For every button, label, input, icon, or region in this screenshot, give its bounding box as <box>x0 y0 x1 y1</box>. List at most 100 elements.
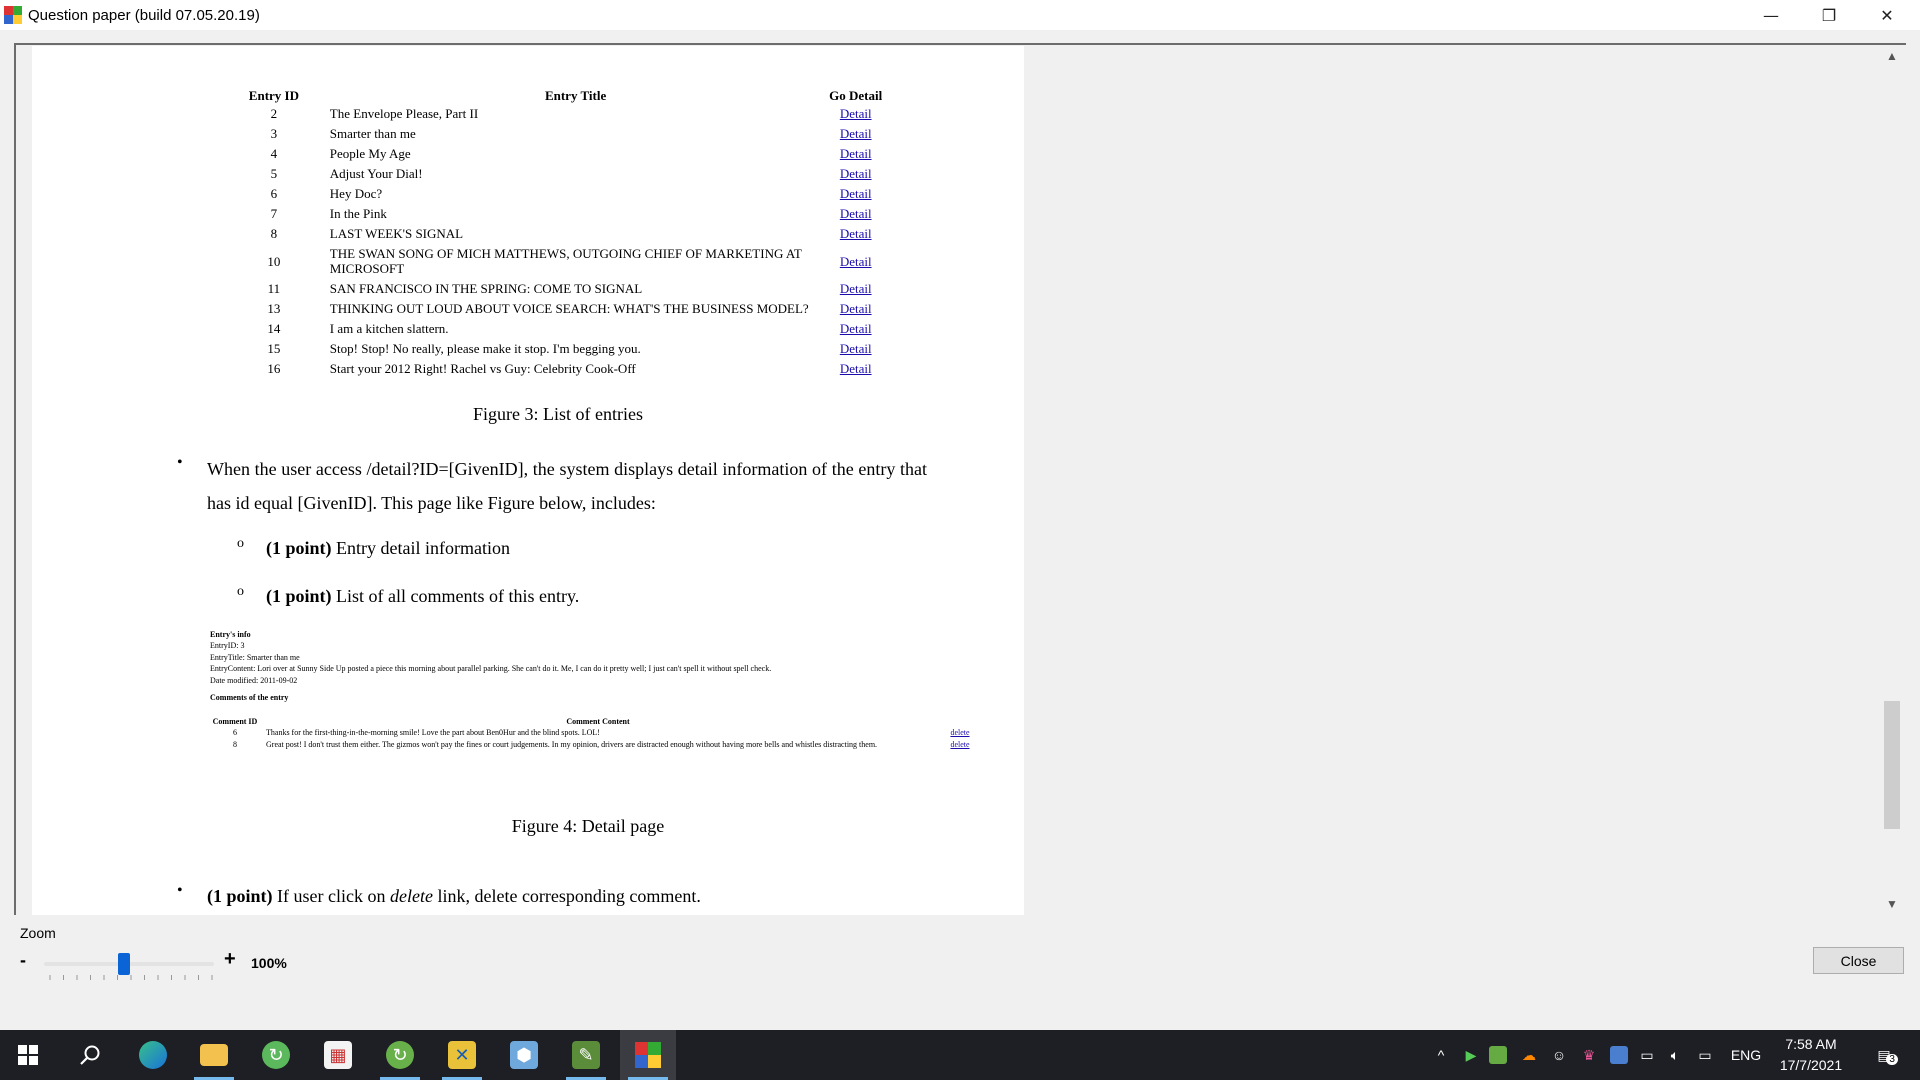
tray-app-icon[interactable] <box>1487 1030 1509 1080</box>
zoom-label: Zoom <box>20 925 56 941</box>
network-icon[interactable]: ▭ <box>1694 1030 1716 1080</box>
box-icon[interactable]: ⬢ <box>496 1030 552 1080</box>
detail-link[interactable]: Detail <box>840 301 872 316</box>
entry-title-cell: The Envelope Please, Part II <box>329 106 479 121</box>
editor-icon[interactable]: ✎ <box>558 1030 614 1080</box>
comments-heading: Comments of the entry <box>210 693 289 702</box>
chevron-up-icon[interactable]: ^ <box>1430 1030 1452 1080</box>
entry-title-cell: SAN FRANCISCO IN THE SPRING: COME TO SIG… <box>329 281 643 296</box>
edge-icon[interactable] <box>125 1030 181 1080</box>
requirement-text: Entry detail information <box>331 538 510 558</box>
zoom-minus-label: - <box>20 950 26 970</box>
keyboard-icon[interactable] <box>1608 1030 1630 1080</box>
table-row: 13 THINKING OUT LOUD ABOUT VOICE SEARCH: … <box>230 299 890 319</box>
document-page: Entry ID Entry Title Go Detail 2 The Enve… <box>32 46 1024 915</box>
close-button[interactable]: Close <box>1813 947 1904 974</box>
table-row: 7 In the Pink Detail <box>230 204 890 224</box>
header-comment-content: Comment Content <box>566 717 630 726</box>
header-entry-title: Entry Title <box>544 88 607 103</box>
volume-icon[interactable]: 🔈︎ <box>1664 1030 1686 1080</box>
header-entry-id: Entry ID <box>248 88 299 103</box>
window-title: Question paper (build 07.05.20.19) <box>28 6 260 24</box>
comment-id-cell: 8 <box>233 740 237 749</box>
points-label: (1 point) <box>266 538 332 558</box>
entry-id-cell: 15 <box>267 341 281 356</box>
table-row: 15 Stop! Stop! No really, please make it … <box>230 339 890 359</box>
table-row: 3 Smarter than me Detail <box>230 124 890 144</box>
circle-bullet-icon: o <box>237 584 244 599</box>
figure3-caption: Figure 3: List of entries <box>473 404 643 424</box>
detail-link[interactable]: Detail <box>840 254 872 269</box>
detail-link[interactable]: Detail <box>840 126 872 141</box>
entry-id-cell: 6 <box>270 186 278 201</box>
restore-icon: ❐ <box>1821 5 1837 25</box>
entry-id-cell: 13 <box>267 301 281 316</box>
detail-link[interactable]: Detail <box>840 341 872 356</box>
circle-bullet-icon: o <box>237 536 244 551</box>
table-row: 10 THE SWAN SONG OF MICH MATTHEWS, OUTGOI… <box>230 244 890 279</box>
close-icon: ✕ <box>1880 5 1894 25</box>
detail-link[interactable]: Detail <box>840 226 872 241</box>
entries-table: Entry ID Entry Title Go Detail 2 The Enve… <box>230 88 890 379</box>
bullet-icon: • <box>177 454 183 471</box>
delete-link[interactable]: delete <box>950 740 969 749</box>
discord-icon[interactable]: ☺ <box>1548 1030 1570 1080</box>
play-icon[interactable]: ▶ <box>1460 1030 1482 1080</box>
entry-title-cell: THINKING OUT LOUD ABOUT VOICE SEARCH: WH… <box>329 301 809 316</box>
office-icon[interactable]: ▦ <box>310 1030 366 1080</box>
entry-id-cell: 10 <box>267 253 281 269</box>
scroll-thumb[interactable] <box>1884 701 1900 829</box>
entry-title-line: EntryTitle: Smarter than me <box>210 652 300 662</box>
zoom-slider-thumb[interactable] <box>117 953 130 975</box>
restore-button[interactable]: ❐ <box>1800 0 1858 30</box>
minimize-button[interactable]: — <box>1742 0 1800 30</box>
entry-id-cell: 3 <box>270 126 278 141</box>
zoom-value: 100% <box>251 955 287 971</box>
minimize-icon: — <box>1763 5 1779 25</box>
points-label: (1 point) <box>266 586 332 606</box>
entry-title-cell: In the Pink <box>329 206 387 221</box>
requirement-text: List of all comments of this entry. <box>331 586 580 606</box>
chrome-like-icon[interactable]: ↻ <box>248 1030 304 1080</box>
figure3-image: Entry ID Entry Title Go Detail 2 The Enve… <box>32 46 1024 393</box>
delete-link[interactable]: delete <box>950 728 969 737</box>
detail-link[interactable]: Detail <box>840 321 872 336</box>
scroll-up-icon[interactable]: ▲ <box>1882 45 1902 67</box>
windows-start-icon[interactable] <box>0 1030 56 1080</box>
detail-link[interactable]: Detail <box>840 206 872 221</box>
notification-icon[interactable]: ▤ 3 <box>1864 1030 1904 1080</box>
crown-icon[interactable]: ♛ <box>1578 1030 1600 1080</box>
detail-link[interactable]: Detail <box>840 106 872 121</box>
requirement-text: link, delete corresponding comment. <box>432 886 701 906</box>
cloud-icon[interactable]: ☁ <box>1518 1030 1540 1080</box>
detail-link[interactable]: Detail <box>840 186 872 201</box>
search-icon[interactable] <box>62 1030 118 1080</box>
language-indicator[interactable]: ENG <box>1726 1030 1766 1080</box>
comment-content-cell: Thanks for the first-thing-in-the-mornin… <box>266 728 600 737</box>
table-row: 14 I am a kitchen slattern. Detail <box>230 319 890 339</box>
app-icon[interactable]: ↻ <box>372 1030 428 1080</box>
detail-link[interactable]: Detail <box>840 166 872 181</box>
bullet-icon: • <box>177 882 183 899</box>
detail-link[interactable]: Detail <box>840 146 872 161</box>
detail-link[interactable]: Detail <box>840 281 872 296</box>
entry-title-cell: Start your 2012 Right! Rachel vs Guy: Ce… <box>329 361 636 376</box>
table-row: 6 Thanks for the first-thing-in-the-morni… <box>210 727 990 739</box>
close-window-button[interactable]: ✕ <box>1858 0 1916 30</box>
battery-icon[interactable]: ▭ <box>1636 1030 1658 1080</box>
table-row: 6 Hey Doc? Detail <box>230 184 890 204</box>
question-paper-icon[interactable] <box>620 1030 676 1080</box>
app-logo-icon <box>4 6 22 24</box>
detail-link[interactable]: Detail <box>840 361 872 376</box>
notification-count: 3 <box>1886 1053 1898 1065</box>
paragraph-detail-page: When the user access /detail?ID=[GivenID… <box>207 459 927 513</box>
file-explorer-icon[interactable] <box>186 1030 242 1080</box>
app-icon-2[interactable]: ✕ <box>434 1030 490 1080</box>
comments-table: Comment ID Comment Content 6 Thanks for t… <box>210 717 990 751</box>
comment-id-cell: 6 <box>233 728 237 737</box>
entry-id-cell: 4 <box>270 146 278 161</box>
vertical-scrollbar[interactable]: ▲ ▼ <box>1882 45 1902 915</box>
scroll-down-icon[interactable]: ▼ <box>1882 893 1902 915</box>
entry-id-cell: 2 <box>270 106 278 121</box>
clock[interactable]: 7:58 AM 17/7/2021 <box>1766 1034 1856 1076</box>
